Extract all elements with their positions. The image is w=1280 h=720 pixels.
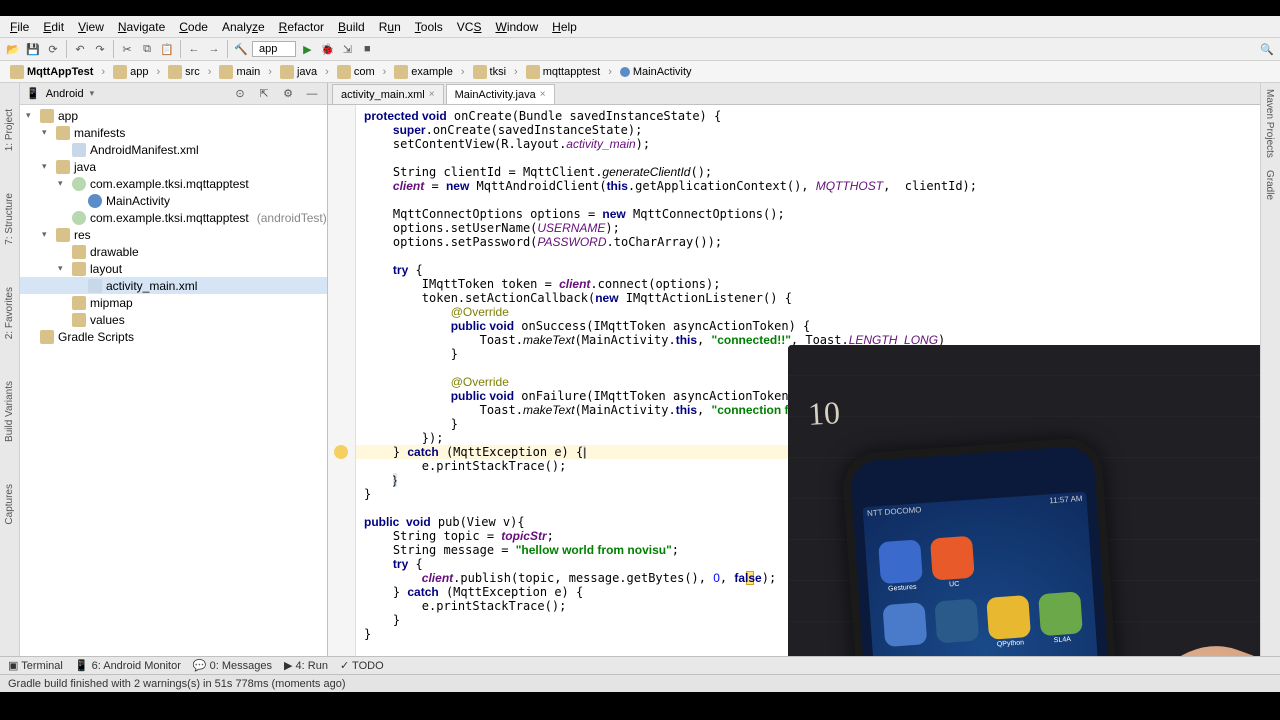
physical-phone: NTT DOCOMO 11:57 AM Gestures UC QPython <box>841 437 1135 656</box>
tree-row[interactable]: com.example.tksi.mqttapptest(androidTest… <box>20 209 327 226</box>
tool-android-monitor[interactable]: 📱 6: Android Monitor <box>75 659 181 672</box>
crumb-example[interactable]: example <box>390 65 457 79</box>
project-view-selector[interactable]: Android <box>46 88 84 100</box>
tool-structure[interactable]: 7: Structure <box>4 187 15 251</box>
forward-icon[interactable]: → <box>205 40 223 58</box>
search-icon[interactable]: 🔍 <box>1258 40 1276 58</box>
phone-time: 11:57 AM <box>1049 494 1083 510</box>
menu-window[interactable]: Window <box>489 18 544 36</box>
tool-todo[interactable]: ✓ TODO <box>340 659 384 672</box>
crumb-java[interactable]: java <box>276 65 321 79</box>
menu-navigate[interactable]: Navigate <box>112 18 171 36</box>
collapse-all-icon[interactable]: ⇱ <box>255 85 273 103</box>
tool-run[interactable]: ▶ 4: Run <box>284 659 328 672</box>
right-tool-gutter: Maven Projects Gradle <box>1260 83 1280 656</box>
tree-row[interactable]: ▾java <box>20 158 327 175</box>
tab-mainactivity-java[interactable]: MainActivity.java× <box>446 84 555 104</box>
left-tool-gutter: 1: Project 7: Structure 2: Favorites Bui… <box>0 83 20 656</box>
tree-row[interactable]: ▾layout <box>20 260 327 277</box>
menu-code[interactable]: Code <box>173 18 214 36</box>
menu-file[interactable]: File <box>4 18 35 36</box>
paste-icon[interactable]: 📋 <box>158 40 176 58</box>
menu-tools[interactable]: Tools <box>409 18 449 36</box>
tree-row[interactable]: drawable <box>20 243 327 260</box>
attach-icon[interactable]: ⇲ <box>338 40 356 58</box>
tree-row[interactable]: values <box>20 311 327 328</box>
menu-run[interactable]: Run <box>373 18 407 36</box>
main-area: 1: Project 7: Structure 2: Favorites Bui… <box>0 83 1280 656</box>
hide-icon[interactable]: — <box>303 85 321 103</box>
crumb-app[interactable]: app <box>109 65 152 79</box>
menu-analyze[interactable]: Analyze <box>216 18 271 36</box>
tab-activity-main-xml[interactable]: activity_main.xml× <box>332 84 444 104</box>
handwritten-note: 10 <box>807 394 841 433</box>
crumb-src[interactable]: src <box>164 65 204 79</box>
run-icon[interactable]: ▶ <box>298 40 316 58</box>
main-toolbar: 📂 💾 ⟳ ↶ ↷ ✂ ⧉ 📋 ← → 🔨 app ▶ 🐞 ⇲ ■ 🔍 <box>0 37 1280 61</box>
tool-gradle[interactable]: Gradle <box>1261 164 1278 206</box>
gear-icon[interactable]: ⚙ <box>279 85 297 103</box>
project-panel: 📱 Android ▾ ⊙ ⇱ ⚙ — ▾app▾manifestsAndroi… <box>20 83 328 656</box>
open-icon[interactable]: 📂 <box>4 40 22 58</box>
debug-icon[interactable]: 🐞 <box>318 40 336 58</box>
tree-row[interactable]: Gradle Scripts <box>20 328 327 345</box>
webcam-overlay: 10 NTT DOCOMO 11:57 AM Gestures UC <box>788 345 1260 656</box>
menu-view[interactable]: View <box>72 18 110 36</box>
breadcrumb: MqttAppTest› app› src› main› java› com› … <box>0 61 1280 83</box>
sync-icon[interactable]: ⟳ <box>44 40 62 58</box>
crumb-class[interactable]: MainActivity <box>616 66 696 78</box>
menu-edit[interactable]: Edit <box>37 18 70 36</box>
menubar: File Edit View Navigate Code Analyze Ref… <box>0 16 1280 37</box>
tool-favorites[interactable]: 2: Favorites <box>4 281 15 345</box>
tree-row[interactable]: ▾manifests <box>20 124 327 141</box>
tool-captures[interactable]: Captures <box>4 478 15 531</box>
tree-row[interactable]: mipmap <box>20 294 327 311</box>
tool-terminal[interactable]: ▣ Terminal <box>8 659 63 672</box>
status-message: Gradle build finished with 2 warnings(s)… <box>8 678 346 690</box>
back-icon[interactable]: ← <box>185 40 203 58</box>
close-icon[interactable]: × <box>540 89 546 100</box>
undo-icon[interactable]: ↶ <box>71 40 89 58</box>
scroll-from-source-icon[interactable]: ⊙ <box>231 85 249 103</box>
editor-tabs: activity_main.xml× MainActivity.java× <box>328 83 1260 105</box>
tree-row[interactable]: AndroidManifest.xml <box>20 141 327 158</box>
crumb-pkg[interactable]: mqttapptest <box>522 65 604 79</box>
tool-maven[interactable]: Maven Projects <box>1261 83 1278 164</box>
tree-row[interactable]: activity_main.xml <box>20 277 327 294</box>
cut-icon[interactable]: ✂ <box>118 40 136 58</box>
close-icon[interactable]: × <box>429 89 435 100</box>
crumb-main[interactable]: main <box>215 65 264 79</box>
status-bar: Gradle build finished with 2 warnings(s)… <box>0 674 1280 692</box>
bottom-tool-tabs: ▣ Terminal 📱 6: Android Monitor 💬 0: Mes… <box>0 656 1280 674</box>
tree-row[interactable]: ▾app <box>20 107 327 124</box>
redo-icon[interactable]: ↷ <box>91 40 109 58</box>
phone-carrier: NTT DOCOMO <box>867 505 922 523</box>
phone-home-grid: Gestures UC QPython SL4A <box>877 528 1093 656</box>
make-icon[interactable]: 🔨 <box>232 40 250 58</box>
tool-messages[interactable]: 💬 0: Messages <box>193 659 272 672</box>
save-icon[interactable]: 💾 <box>24 40 42 58</box>
tree-row[interactable]: MainActivity <box>20 192 327 209</box>
crumb-tksi[interactable]: tksi <box>469 65 511 79</box>
code-editor[interactable]: protected void onCreate(Bundle savedInst… <box>328 105 1260 656</box>
run-config-selector[interactable]: app <box>252 41 296 57</box>
menu-vcs[interactable]: VCS <box>451 18 488 36</box>
crumb-project[interactable]: MqttAppTest <box>6 65 97 79</box>
tool-build-variants[interactable]: Build Variants <box>4 375 15 448</box>
tree-row[interactable]: ▾res <box>20 226 327 243</box>
ide-window: File Edit View Navigate Code Analyze Ref… <box>0 16 1280 692</box>
editor-area: activity_main.xml× MainActivity.java× pr… <box>328 83 1260 656</box>
crumb-com[interactable]: com <box>333 65 379 79</box>
project-tree[interactable]: ▾app▾manifestsAndroidManifest.xml▾java▾c… <box>20 105 327 656</box>
stop-icon[interactable]: ■ <box>358 40 376 58</box>
intention-bulb-icon[interactable] <box>334 445 348 459</box>
menu-help[interactable]: Help <box>546 18 583 36</box>
menu-build[interactable]: Build <box>332 18 371 36</box>
android-view-icon: 📱 <box>26 87 40 100</box>
tool-project[interactable]: 1: Project <box>4 103 15 157</box>
copy-icon[interactable]: ⧉ <box>138 40 156 58</box>
tree-row[interactable]: ▾com.example.tksi.mqttapptest <box>20 175 327 192</box>
menu-refactor[interactable]: Refactor <box>273 18 330 36</box>
